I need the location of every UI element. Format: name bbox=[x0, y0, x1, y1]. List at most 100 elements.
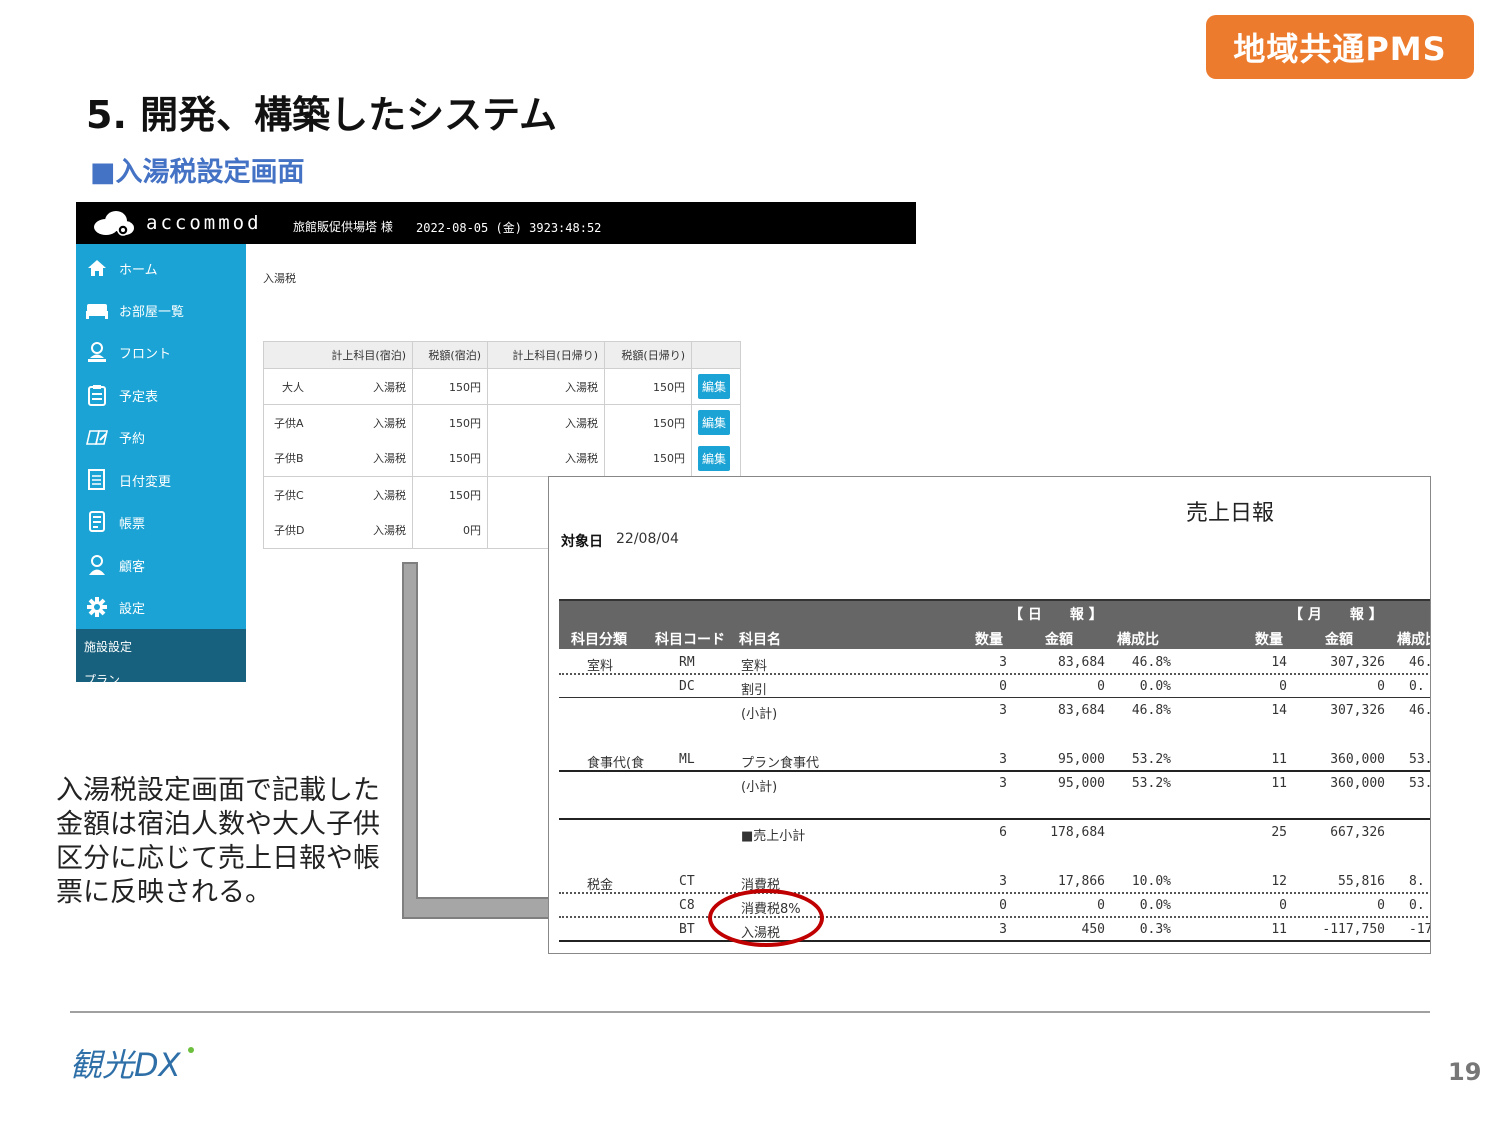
home-icon bbox=[85, 256, 109, 280]
report-cell-ma: 0 bbox=[1377, 898, 1385, 913]
edit-button[interactable]: 編集 bbox=[698, 410, 731, 436]
report-cell-name: ■売上小計 bbox=[741, 829, 806, 844]
sidebar-item-label: フロント bbox=[119, 346, 172, 362]
report-rule bbox=[559, 916, 1430, 918]
gear-icon bbox=[85, 595, 109, 619]
user-icon bbox=[85, 553, 109, 577]
report-cell-da: 95,000 bbox=[1058, 776, 1105, 791]
report-cell-dr: 0.3% bbox=[1139, 922, 1171, 937]
day-tax: 150円 bbox=[604, 440, 692, 477]
report-icon bbox=[85, 510, 109, 534]
logo-text: 観光DX bbox=[70, 1046, 182, 1084]
report-cell-name: 割引 bbox=[741, 683, 768, 698]
edit-button[interactable]: 編集 bbox=[698, 445, 731, 471]
report-cell-da: 450 bbox=[1081, 922, 1105, 937]
report-cell-cat: 室料 bbox=[587, 659, 614, 674]
report-cell-da: 0 bbox=[1097, 679, 1105, 694]
column-header: 計上科目(日帰り) bbox=[487, 341, 605, 369]
report-cell-dr: 0.0% bbox=[1139, 679, 1171, 694]
report-cell-mr: 46. bbox=[1409, 655, 1431, 670]
report-cell-mq: 0 bbox=[1279, 679, 1287, 694]
sidebar-item-label: お部屋一覧 bbox=[119, 304, 185, 320]
column-header: 科目分類 bbox=[571, 632, 627, 648]
report-rule bbox=[559, 770, 1430, 772]
edit-button[interactable]: 編集 bbox=[698, 374, 731, 399]
report-cell-dq: 3 bbox=[999, 874, 1007, 889]
clipboard-icon bbox=[85, 383, 109, 407]
front-desk-icon bbox=[85, 340, 109, 364]
column-header: 金額 bbox=[1325, 632, 1353, 648]
footer-divider bbox=[70, 1011, 1430, 1013]
sidebar-item-rooms[interactable]: お部屋一覧 bbox=[76, 289, 246, 331]
month-group-header: 【 月 報 】 bbox=[1289, 607, 1383, 623]
report-cell-dr: 53.2% bbox=[1131, 752, 1171, 767]
book-edit-icon bbox=[85, 425, 109, 449]
app-logo-text: accommod bbox=[146, 212, 262, 234]
sidebar-item-reports[interactable]: 帳票 bbox=[76, 501, 246, 543]
report-cell-mq: 25 bbox=[1271, 825, 1287, 840]
sidebar-item-label: 顧客 bbox=[119, 559, 146, 575]
stay-tax: 150円 bbox=[412, 404, 488, 441]
column-header: 構成比 bbox=[1397, 632, 1430, 648]
report-cell-name: (小計) bbox=[741, 707, 778, 722]
report-cell-mq: 12 bbox=[1271, 874, 1287, 889]
day-tax: 150円 bbox=[604, 368, 692, 405]
report-cell-dr: 53.2% bbox=[1131, 776, 1171, 791]
report-cell-dq: 3 bbox=[999, 776, 1007, 791]
sidebar-item-schedule[interactable]: 予定表 bbox=[76, 374, 246, 416]
report-cell-ma: 307,326 bbox=[1330, 703, 1385, 718]
sidebar-subitem-facility-settings[interactable]: 施設設定 bbox=[84, 638, 132, 655]
day-group-header: 【 日 報 】 bbox=[1009, 607, 1103, 623]
guest-type: 子供C bbox=[274, 488, 304, 502]
app-header: accommod 旅館販促供場塔 様 2022-08-05 (金) 3923:4… bbox=[76, 202, 916, 244]
report-cell-dr: 10.0% bbox=[1131, 874, 1171, 889]
day-item: 入湯税 bbox=[487, 440, 605, 477]
stay-tax: 150円 bbox=[412, 476, 488, 513]
sidebar-item-front[interactable]: フロント bbox=[76, 331, 246, 373]
report-cell-code: RM bbox=[679, 655, 695, 670]
column-header: 金額 bbox=[1045, 632, 1073, 648]
report-date-label: 対象日 bbox=[561, 534, 603, 550]
report-title: 売上日報 bbox=[1186, 501, 1275, 526]
guest-type: 子供D bbox=[274, 524, 305, 538]
section-subtitle: ■入湯税設定画面 bbox=[90, 157, 305, 188]
sidebar-item-date-change[interactable]: 日付変更 bbox=[76, 459, 246, 501]
sidebar-item-settings[interactable]: 設定 bbox=[76, 586, 246, 628]
table-cell: 大人 入湯税 bbox=[263, 368, 413, 405]
table-cell: 編集 bbox=[691, 404, 741, 441]
report-cell-mr: 8. bbox=[1409, 874, 1425, 889]
facility-name: 旅館販促供場塔 様 bbox=[293, 220, 393, 234]
table-cell: 子供D 入湯税 bbox=[263, 512, 413, 549]
report-rule bbox=[559, 697, 1430, 698]
sidebar-item-label: 設定 bbox=[119, 601, 146, 617]
sidebar-item-home[interactable]: ホーム bbox=[76, 247, 246, 289]
sidebar-item-label: 帳票 bbox=[119, 516, 146, 532]
report-cell-mq: 11 bbox=[1271, 752, 1287, 767]
app-sidebar: ホーム お部屋一覧 フロント 予定表 予約 日付変更 帳票 顧客 設定 施設設定… bbox=[76, 244, 246, 682]
stay-item: 入湯税 bbox=[373, 524, 406, 538]
report-cell-name: プラン食事代 bbox=[741, 756, 820, 771]
report-cell-mr: 53. bbox=[1409, 752, 1431, 767]
guest-type: 子供B bbox=[274, 452, 304, 466]
column-header: 数量 bbox=[975, 632, 1003, 648]
report-rule bbox=[559, 818, 1430, 820]
table-cell: 編集 bbox=[691, 440, 741, 477]
stay-tax: 150円 bbox=[412, 368, 488, 405]
report-cell-ma: 55,816 bbox=[1338, 874, 1385, 889]
report-cell-dq: 3 bbox=[999, 752, 1007, 767]
sidebar-item-label: 予約 bbox=[119, 431, 146, 447]
sidebar-submenu: 施設設定 プラン bbox=[76, 629, 246, 682]
table-row: 大人 入湯税 150円 入湯税 150円 編集 bbox=[263, 368, 741, 405]
report-rule bbox=[559, 940, 1430, 942]
report-cell-mr: -17. bbox=[1409, 922, 1430, 937]
table-row: 子供B 入湯税 150円 入湯税 150円 編集 bbox=[263, 440, 741, 477]
column-header bbox=[691, 341, 741, 369]
column-header: 科目コード bbox=[655, 632, 725, 648]
sidebar-item-reservation[interactable]: 予約 bbox=[76, 416, 246, 458]
table-cell: 編集 bbox=[691, 368, 741, 405]
report-cell-name: (小計) bbox=[741, 780, 778, 795]
sidebar-subitem-plan[interactable]: プラン bbox=[84, 671, 120, 682]
report-cell-mr: 46. bbox=[1409, 703, 1431, 718]
table-row: 子供A 入湯税 150円 入湯税 150円 編集 bbox=[263, 404, 741, 441]
sidebar-item-customers[interactable]: 顧客 bbox=[76, 544, 246, 586]
